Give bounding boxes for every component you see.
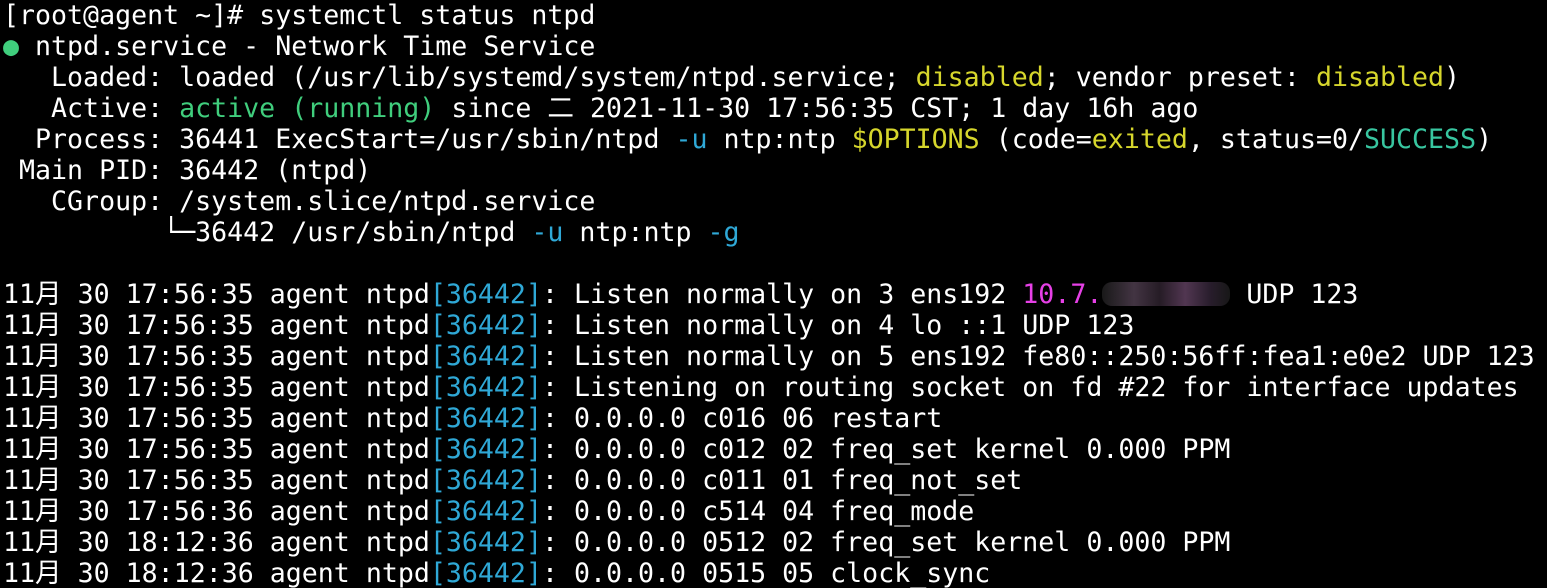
redaction-block xyxy=(1102,282,1231,306)
log-pid: [36442] xyxy=(429,279,542,310)
log-line: 11月 30 17:56:35 agent ntpd[36442]: 0.0.0… xyxy=(3,434,1231,465)
log-message-suffix: UDP 123 xyxy=(1230,279,1359,310)
loaded-label: Loaded: xyxy=(3,62,164,93)
log-timestamp: 11月 30 17:56:35 agent ntpd xyxy=(3,372,430,403)
loaded-path: loaded (/usr/lib/systemd/system/ntpd.ser… xyxy=(179,62,900,93)
active-since: since 二 2021-11-30 17:56:35 CST; 1 day 1… xyxy=(451,93,1199,124)
process-options-var: $OPTIONS xyxy=(851,124,980,155)
log-line: 11月 30 17:56:35 agent ntpd[36442]: Liste… xyxy=(3,279,1359,310)
process-status: SUCCESS xyxy=(1364,124,1477,155)
log-line: 11月 30 17:56:35 agent ntpd[36442]: Liste… xyxy=(3,341,1535,372)
log-message: Listen normally on 4 lo ::1 UDP 123 xyxy=(573,310,1135,341)
log-pid: [36442] xyxy=(429,496,542,527)
log-message: Listening on routing socket on fd #22 fo… xyxy=(573,372,1519,403)
cgroup-flag-g: -g xyxy=(707,217,740,248)
log-pid: [36442] xyxy=(429,558,542,588)
cgroup-tree-line: └─36442 /usr/sbin/ntpd -u ntp:ntp -g xyxy=(3,217,1547,248)
log-pid: [36442] xyxy=(429,434,542,465)
active-line: Active: active (running) since 二 2021-11… xyxy=(3,93,1547,124)
vendor-preset-state: disabled xyxy=(1315,62,1445,93)
log-pid: [36442] xyxy=(429,310,542,341)
active-label: Active: xyxy=(3,93,164,124)
log-ip-address: 10.7. xyxy=(1022,279,1103,310)
log-pid: [36442] xyxy=(429,341,542,372)
log-line: 11月 30 17:56:35 agent ntpd[36442]: 0.0.0… xyxy=(3,403,943,434)
command-line: [root@agent ~]# systemctl status ntpd xyxy=(3,0,1547,31)
log-message: 0.0.0.0 c011 01 freq_not_set xyxy=(573,465,1023,496)
log-pid: [36442] xyxy=(429,372,542,403)
service-header: ntpd.service - Network Time Service xyxy=(35,31,596,62)
command-text: systemctl status ntpd xyxy=(259,0,596,31)
log-line: 11月 30 17:56:35 agent ntpd[36442]: Liste… xyxy=(3,310,1135,341)
log-message: 0.0.0.0 0515 05 clock_sync xyxy=(573,558,991,588)
log-timestamp: 11月 30 17:56:35 agent ntpd xyxy=(3,465,430,496)
log-timestamp: 11月 30 17:56:35 agent ntpd xyxy=(3,403,430,434)
main-pid-line: Main PID: 36442 (ntpd) xyxy=(3,155,1547,186)
log-line: 11月 30 18:12:36 agent ntpd[36442]: 0.0.0… xyxy=(3,558,991,588)
terminal-window[interactable]: [root@agent ~]# systemctl status ntpd ● … xyxy=(0,0,1547,588)
process-user: ntp:ntp xyxy=(723,124,836,155)
process-close: ) xyxy=(1476,124,1493,155)
process-status-text: , status=0/ xyxy=(1187,124,1364,155)
log-pid: [36442] xyxy=(429,465,542,496)
log-timestamp: 11月 30 18:12:36 agent ntpd xyxy=(3,527,430,558)
active-state: active (running) xyxy=(179,93,436,124)
log-pid: [36442] xyxy=(429,403,542,434)
process-code: exited xyxy=(1091,124,1188,155)
process-code-open: (code= xyxy=(995,124,1092,155)
cgroup-tree: └─36442 /usr/sbin/ntpd xyxy=(3,217,516,248)
main-pid-label: Main PID: xyxy=(3,155,164,186)
log-pid: [36442] xyxy=(429,527,542,558)
log-timestamp: 11月 30 17:56:35 agent ntpd xyxy=(3,310,430,341)
shell-prompt: [root@agent ~]# xyxy=(3,0,244,31)
cgroup-line: CGroup: /system.slice/ntpd.service xyxy=(3,186,1547,217)
loaded-state: disabled xyxy=(915,62,1044,93)
log-message: Listen normally on 3 ens192 xyxy=(573,279,1007,310)
loaded-mid: ; vendor preset: xyxy=(1043,62,1300,93)
log-timestamp: 11月 30 17:56:35 agent ntpd xyxy=(3,341,430,372)
cgroup-flag-u: -u xyxy=(531,217,564,248)
loaded-suffix: ) xyxy=(1444,62,1461,93)
log-timestamp: 11月 30 17:56:36 agent ntpd xyxy=(3,496,430,527)
log-timestamp: 11月 30 17:56:35 agent ntpd xyxy=(3,279,430,310)
process-label: Process: xyxy=(3,124,164,155)
log-message: Listen normally on 5 ens192 fe80::250:56… xyxy=(573,341,1535,372)
service-header-line: ● ntpd.service - Network Time Service xyxy=(3,31,1547,62)
log-message: 0.0.0.0 0512 02 freq_set kernel 0.000 PP… xyxy=(573,527,1231,558)
log-line: 11月 30 18:12:36 agent ntpd[36442]: 0.0.0… xyxy=(3,527,1231,558)
status-dot-icon: ● xyxy=(3,31,20,62)
log-line: 11月 30 17:56:35 agent ntpd[36442]: 0.0.0… xyxy=(3,465,1023,496)
log-line: 11月 30 17:56:35 agent ntpd[36442]: Liste… xyxy=(3,372,1519,403)
log-message: 0.0.0.0 c016 06 restart xyxy=(573,403,943,434)
loaded-line: Loaded: loaded (/usr/lib/systemd/system/… xyxy=(3,62,1547,93)
cgroup-user: ntp:ntp xyxy=(579,217,692,248)
log-timestamp: 11月 30 18:12:36 agent ntpd xyxy=(3,558,430,588)
log-timestamp: 11月 30 17:56:35 agent ntpd xyxy=(3,434,430,465)
main-pid-value: 36442 (ntpd) xyxy=(179,155,372,186)
process-line: Process: 36441 ExecStart=/usr/sbin/ntpd … xyxy=(3,124,1547,155)
process-flag: -u xyxy=(675,124,708,155)
cgroup-label: CGroup: xyxy=(3,186,164,217)
log-message: 0.0.0.0 c012 02 freq_set kernel 0.000 PP… xyxy=(573,434,1231,465)
log-line: 11月 30 17:56:36 agent ntpd[36442]: 0.0.0… xyxy=(3,496,975,527)
log-message: 0.0.0.0 c514 04 freq_mode xyxy=(573,496,975,527)
process-exec: 36441 ExecStart=/usr/sbin/ntpd xyxy=(179,124,660,155)
cgroup-value: /system.slice/ntpd.service xyxy=(179,186,596,217)
